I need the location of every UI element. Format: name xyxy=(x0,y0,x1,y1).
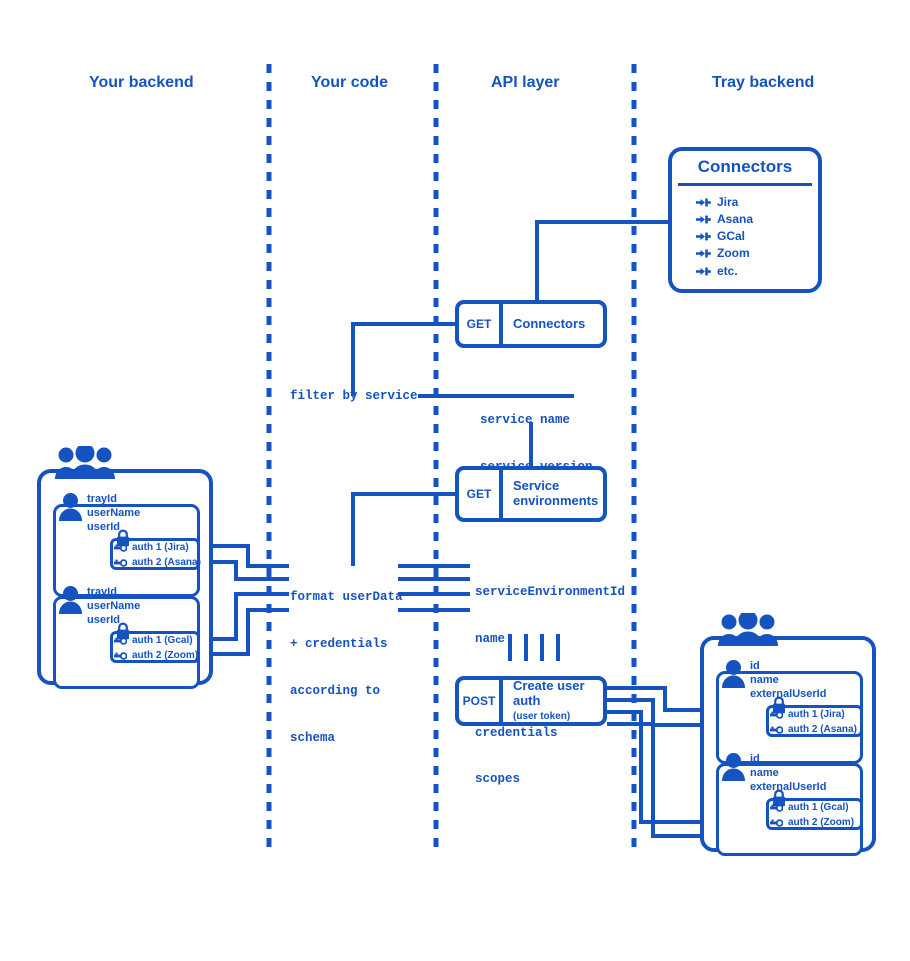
connectors-panel-title: Connectors xyxy=(697,157,793,176)
your-backend-auth-entry: auth 1 (Jira) xyxy=(114,542,189,553)
field-userid: userId xyxy=(87,614,121,626)
api-endpoint-text-line2: environments xyxy=(513,493,599,508)
api-verb: GET xyxy=(459,304,503,344)
auth-label: auth 2 (Zoom) xyxy=(132,650,199,661)
plug-icon xyxy=(696,266,711,277)
field-trayid: trayId xyxy=(87,493,117,505)
format-line-1: format userData xyxy=(290,590,403,605)
api-verb: GET xyxy=(459,470,503,518)
tray-backend-user-fields: id name externalUserId xyxy=(750,752,826,794)
field-name: name xyxy=(750,767,779,779)
api-endpoint-text-line1: Service xyxy=(513,478,560,494)
field-name: name xyxy=(750,674,779,686)
key-icon xyxy=(770,803,783,812)
tray-backend-user-fields: id name externalUserId xyxy=(750,659,826,701)
field-externaluserid: externalUserId xyxy=(750,688,827,700)
annotation-format-user-data: format userData + credentials according … xyxy=(290,559,403,777)
key-icon xyxy=(114,636,127,645)
field-id: id xyxy=(750,660,760,672)
connector-label: Jira xyxy=(717,195,739,209)
payload-field-serviceenvironmentid: serviceEnvironmentId xyxy=(475,585,626,600)
person-icon xyxy=(721,752,746,782)
your-backend-auth-entry: auth 1 (Gcal) xyxy=(114,635,193,646)
format-line-4: schema xyxy=(290,730,336,745)
connector-item-etc[interactable]: etc. xyxy=(696,264,738,278)
group-users-icon xyxy=(53,446,117,480)
person-icon xyxy=(58,492,83,522)
line-connectors-to-get xyxy=(535,220,668,301)
line-get-connectors-to-filter xyxy=(351,322,455,396)
format-line-3: according to xyxy=(290,683,381,698)
api-call-post-create-user-auth[interactable]: POST Create user auth (user token) xyxy=(455,676,607,726)
field-id: id xyxy=(750,753,760,765)
api-call-get-connectors[interactable]: GET Connectors xyxy=(455,300,607,348)
key-icon xyxy=(114,558,127,567)
connector-label: Asana xyxy=(717,212,754,226)
connector-label: etc. xyxy=(717,264,738,278)
api-call-get-service-environments[interactable]: GET Service environments xyxy=(455,466,607,522)
connector-item-asana[interactable]: Asana xyxy=(696,212,753,226)
key-icon xyxy=(770,818,783,827)
connector-label: Zoom xyxy=(717,246,750,260)
payload-field-name: name xyxy=(475,631,506,646)
group-users-icon xyxy=(716,613,780,647)
key-icon xyxy=(114,543,127,552)
plug-icon xyxy=(696,197,711,208)
format-line-2: + credentials xyxy=(290,636,388,651)
auth-label: auth 2 (Zoom) xyxy=(788,817,855,828)
connector-item-gcal[interactable]: GCal xyxy=(696,229,745,243)
service-field-name: service name xyxy=(480,413,571,428)
key-icon xyxy=(770,710,783,719)
column-header-tray-backend: Tray backend xyxy=(712,74,815,91)
line-get-env-to-format xyxy=(351,492,455,566)
annotation-filter-by-service: filter by service xyxy=(290,389,418,403)
connector-item-zoom[interactable]: Zoom xyxy=(696,246,750,260)
plug-icon xyxy=(696,231,711,242)
field-username: userName xyxy=(87,600,141,612)
auth-label: auth 1 (Gcal) xyxy=(132,635,193,646)
field-externaluserid: externalUserId xyxy=(750,781,827,793)
connectors-panel-divider xyxy=(678,183,812,186)
diagram-canvas: Your backend Your code API layer Tray ba… xyxy=(0,0,910,961)
field-trayid: trayId xyxy=(87,586,117,598)
payload-field-scopes: scopes xyxy=(475,772,521,787)
person-icon xyxy=(58,585,83,615)
auth-label: auth 1 (Gcal) xyxy=(788,802,849,813)
tray-backend-auth-entry: auth 2 (Asana) xyxy=(770,724,857,735)
auth-label: auth 1 (Jira) xyxy=(132,542,189,553)
connector-label: GCal xyxy=(717,229,746,243)
line-backend-auth2b-to-format xyxy=(205,608,289,656)
payload-field-credentials: credentials xyxy=(475,725,558,740)
api-endpoint-label: Create user auth (user token) xyxy=(503,678,603,723)
tray-backend-auth-entry: auth 1 (Gcal) xyxy=(770,802,849,813)
tray-backend-auth-entry: auth 1 (Jira) xyxy=(770,709,845,720)
your-backend-user-fields: trayId userName userId xyxy=(87,492,140,534)
api-endpoint-label: Service environments xyxy=(503,470,603,518)
api-endpoint-text: Connectors xyxy=(513,315,586,331)
auth-label: auth 1 (Jira) xyxy=(788,709,845,720)
plug-icon xyxy=(696,248,711,259)
connector-item-jira[interactable]: Jira xyxy=(696,195,738,209)
field-userid: userId xyxy=(87,521,121,533)
your-backend-auth-entry: auth 2 (Asana) xyxy=(114,557,201,568)
column-header-api-layer: API layer xyxy=(491,74,560,91)
field-username: userName xyxy=(87,507,141,519)
connectors-panel: Connectors Jira Asana GCal Zoom etc. xyxy=(668,147,822,293)
key-icon xyxy=(770,725,783,734)
column-header-your-backend: Your backend xyxy=(89,74,194,91)
tray-backend-auth-entry: auth 2 (Zoom) xyxy=(770,817,854,828)
auth-label: auth 2 (Asana) xyxy=(132,557,201,568)
your-backend-user-fields: trayId userName userId xyxy=(87,585,140,627)
person-icon xyxy=(721,659,746,689)
api-endpoint-label: Connectors xyxy=(503,304,603,344)
api-endpoint-text: Create user auth xyxy=(513,678,585,709)
your-backend-auth-entry: auth 2 (Zoom) xyxy=(114,650,198,661)
plug-icon xyxy=(696,214,711,225)
auth-label: auth 2 (Asana) xyxy=(788,724,857,735)
key-icon xyxy=(114,651,127,660)
api-verb: POST xyxy=(459,680,503,722)
api-endpoint-subtext: (user token) xyxy=(513,711,571,723)
column-header-your-code: Your code xyxy=(311,74,389,91)
